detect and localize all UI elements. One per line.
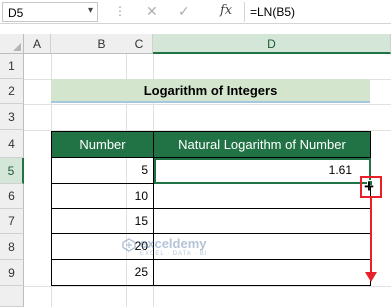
cell-number[interactable]: 15 xyxy=(51,209,154,234)
drag-arrow-line xyxy=(370,198,372,274)
insert-function-icon[interactable]: fx xyxy=(220,3,232,18)
row-header-3[interactable]: 3 xyxy=(0,104,24,130)
row-header-6[interactable]: 6 xyxy=(0,184,24,209)
header-number: Number xyxy=(51,131,154,158)
header-natural-log: Natural Logarithm of Number xyxy=(153,131,371,158)
row-header-2[interactable]: 2 xyxy=(0,79,24,104)
cell-ln[interactable] xyxy=(153,260,371,286)
row-header-1[interactable]: 1 xyxy=(0,54,24,79)
row-header-4[interactable]: 4 xyxy=(0,130,24,158)
sheet-title: Logarithm of Integers xyxy=(51,79,370,103)
gridline xyxy=(24,104,391,105)
row-header-5[interactable]: 5 xyxy=(0,158,24,184)
formula-divider xyxy=(244,2,245,22)
cancel-icon[interactable]: ✕ xyxy=(146,3,158,20)
cell-ln[interactable] xyxy=(153,209,371,234)
cell-number[interactable]: 25 xyxy=(51,260,154,286)
column-header-d[interactable]: D xyxy=(153,34,391,54)
cell-number[interactable]: 20 xyxy=(51,234,154,260)
cell-number[interactable]: 10 xyxy=(51,184,154,209)
exceldemy-logo-icon xyxy=(122,238,136,252)
formula-bar: D5 ▾ ⋮ ✕ ✓ fx =LN(B5) xyxy=(0,0,391,24)
gridline xyxy=(24,286,391,287)
watermark-tagline: EXCEL · DATA · BI xyxy=(140,251,208,257)
column-header-a[interactable]: A xyxy=(24,34,51,54)
enter-icon[interactable]: ✓ xyxy=(178,3,190,20)
cell-ln[interactable] xyxy=(153,184,371,209)
column-header-c[interactable]: C xyxy=(126,34,153,54)
fill-cursor-icon: + xyxy=(364,177,374,196)
row-header-9[interactable]: 9 xyxy=(0,260,24,286)
arrow-down-icon xyxy=(365,272,377,282)
select-all-corner[interactable] xyxy=(0,34,24,54)
more-options-icon[interactable]: ⋮ xyxy=(114,4,126,18)
row-header-10[interactable] xyxy=(0,286,24,307)
cell-number[interactable]: 5 xyxy=(51,158,154,184)
chevron-down-icon[interactable]: ▾ xyxy=(88,5,93,16)
formula-input[interactable]: =LN(B5) xyxy=(250,5,295,19)
watermark-name: exceldemy xyxy=(140,236,207,251)
name-box[interactable]: D5 ▾ xyxy=(2,2,98,22)
active-cell-border xyxy=(154,158,371,184)
row-header-8[interactable]: 8 xyxy=(0,234,24,260)
row-header-7[interactable]: 7 xyxy=(0,209,24,234)
name-box-value: D5 xyxy=(8,6,24,20)
